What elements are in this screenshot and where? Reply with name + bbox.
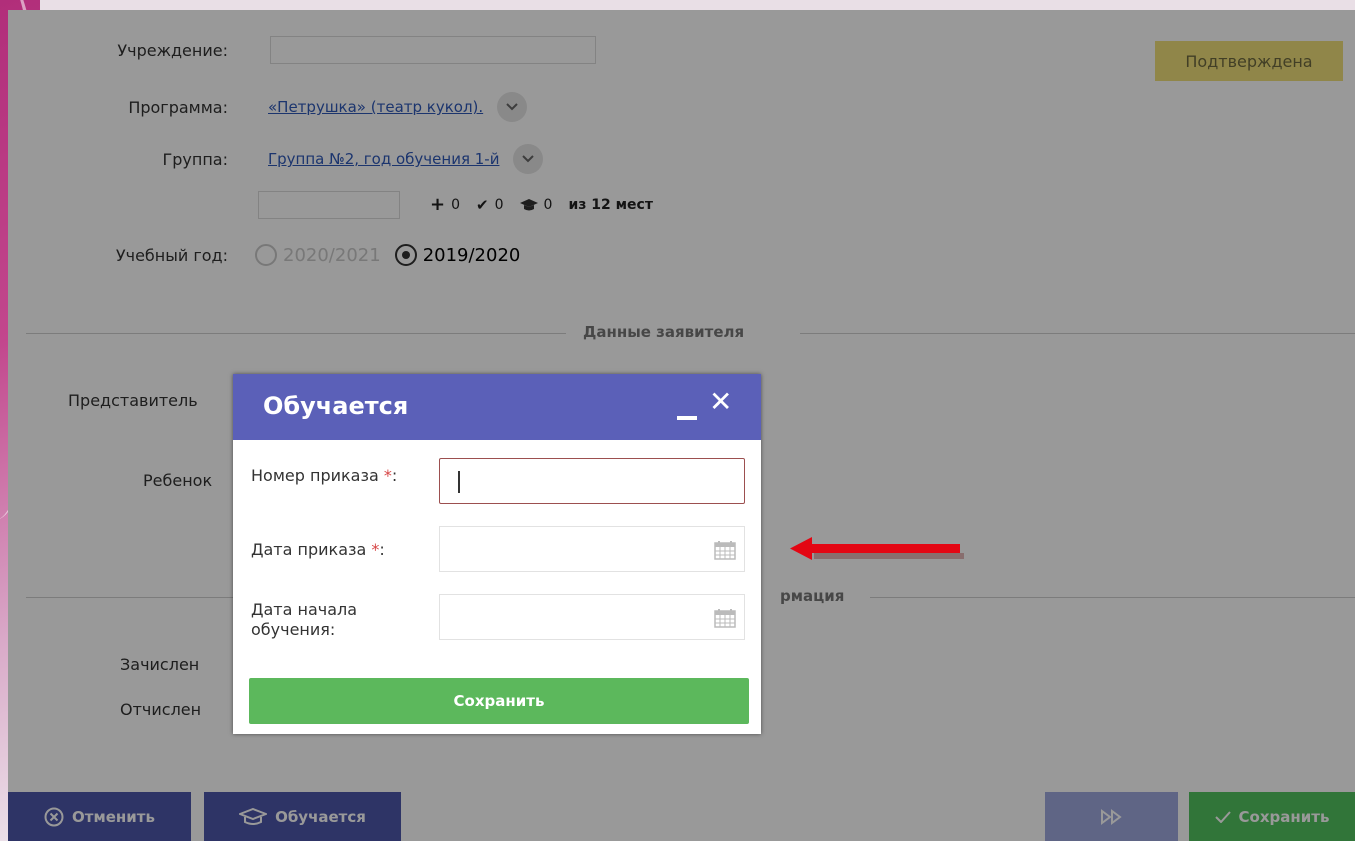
start-date-input[interactable]: [439, 594, 745, 640]
red-arrow-icon: [790, 537, 964, 560]
order-date-label: Дата приказа *:: [251, 540, 385, 559]
calendar-icon[interactable]: [714, 608, 736, 628]
learning-modal: Обучается ✕ Номер приказа *: Дата приказ…: [233, 374, 761, 734]
modal-header: Обучается ✕: [233, 374, 761, 440]
order-number-input[interactable]: [439, 458, 745, 504]
text-caret: [458, 471, 460, 493]
close-icon[interactable]: ✕: [709, 388, 732, 416]
minimize-icon[interactable]: [677, 416, 697, 420]
required-mark: *: [383, 466, 392, 485]
modal-title: Обучается: [263, 392, 409, 420]
start-date-label: Дата начала обучения:: [251, 600, 358, 639]
required-mark: *: [371, 540, 380, 559]
calendar-icon[interactable]: [714, 540, 736, 560]
order-date-input[interactable]: [439, 526, 745, 572]
modal-save-button[interactable]: Сохранить: [249, 678, 749, 724]
order-number-label: Номер приказа *:: [251, 466, 398, 485]
